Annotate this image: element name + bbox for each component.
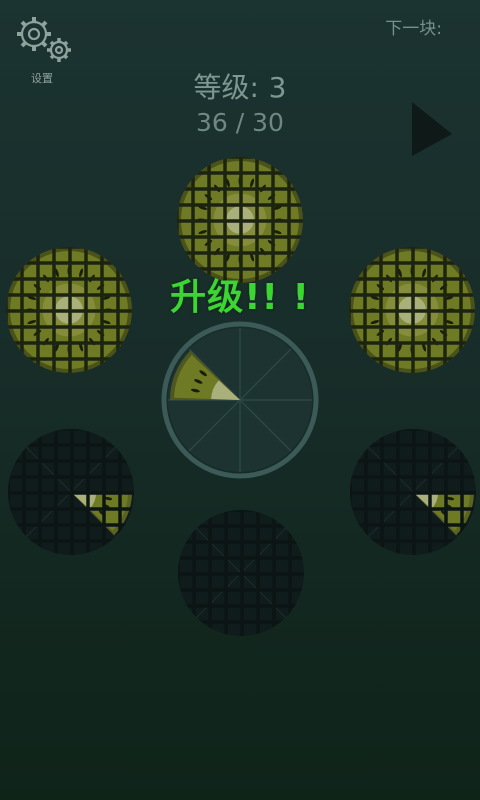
plate-bottom[interactable] — [175, 507, 307, 639]
plate-lower-right[interactable] — [347, 426, 479, 558]
plate-lower-left[interactable] — [5, 426, 137, 558]
gear-icon — [17, 17, 71, 62]
level-label: 等级: — [193, 71, 259, 104]
progress-text: 36 / 30 — [196, 108, 284, 137]
level-up-banner: 升级!! ! — [170, 277, 310, 318]
next-piece-label: 下一块: — [385, 19, 442, 39]
plate-top[interactable] — [174, 154, 306, 286]
level-value: 3 — [268, 71, 287, 104]
level-display: 等级: 3 — [0, 66, 480, 106]
center-plate[interactable] — [160, 320, 320, 480]
